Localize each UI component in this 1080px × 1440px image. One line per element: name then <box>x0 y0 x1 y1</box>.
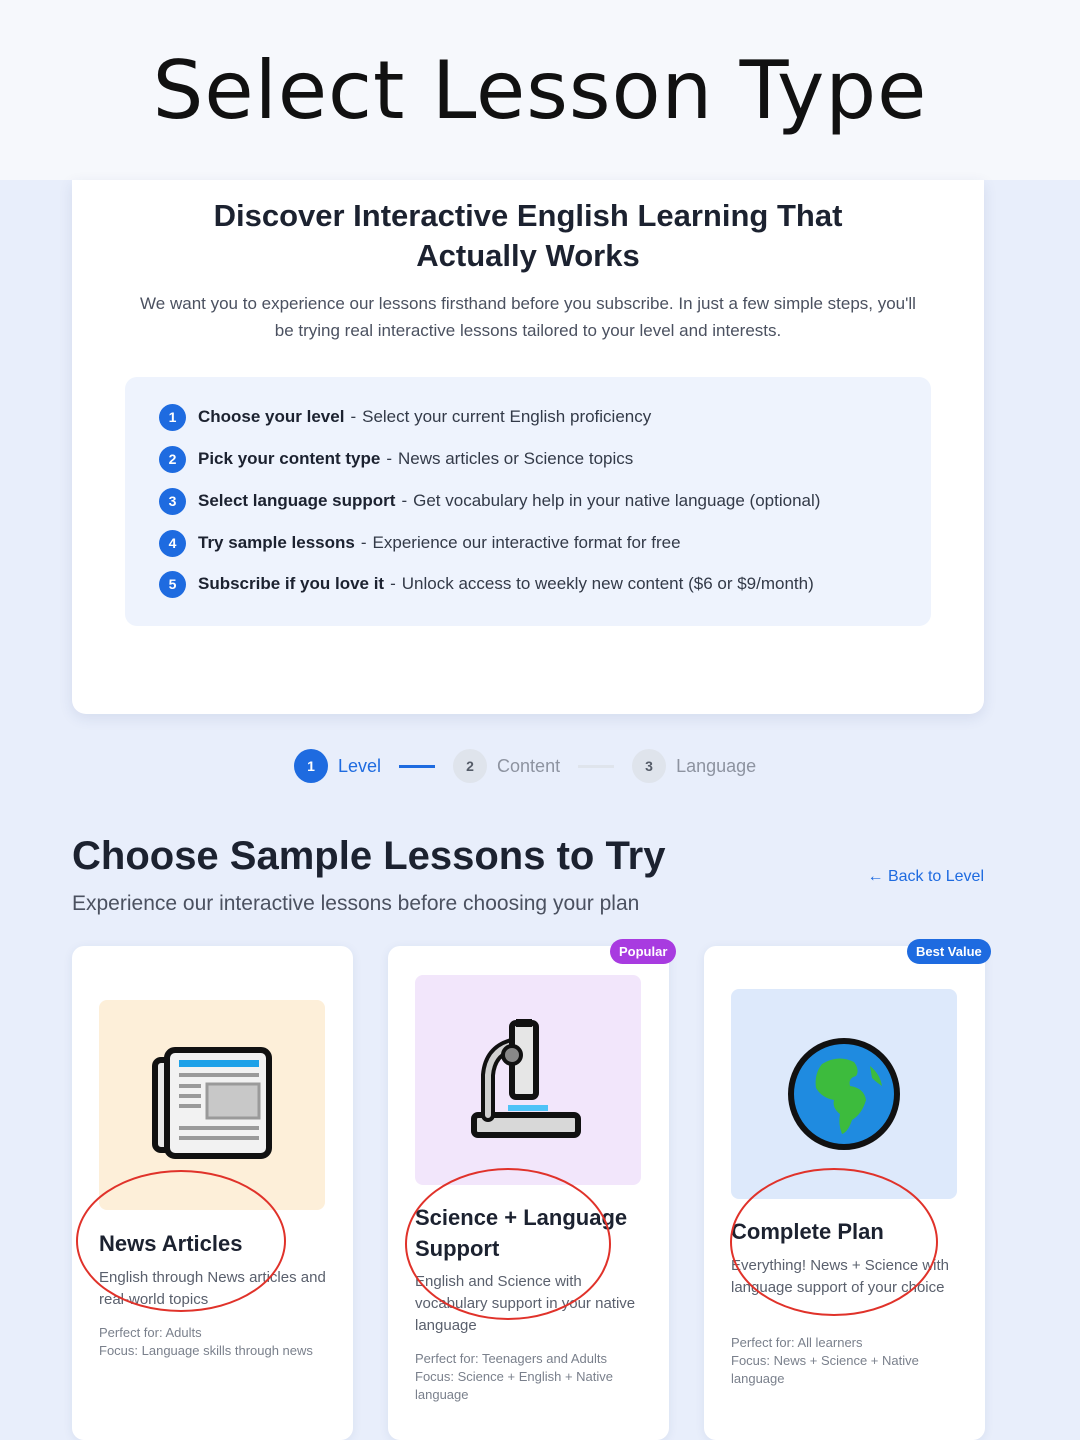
card-description: English and Science with vocabulary supp… <box>415 1273 636 1334</box>
card-focus: Focus: News + Science + Native language <box>731 1353 919 1386</box>
card-description: Everything! News + Science with language… <box>731 1257 950 1296</box>
card-illustration <box>415 975 641 1185</box>
step-title: Select language support <box>198 491 396 510</box>
step-number-badge: 5 <box>159 570 186 598</box>
step-item: 3 Select language support - Get vocabula… <box>159 487 820 515</box>
intro-title: Discover Interactive English Learning Th… <box>213 198 843 273</box>
progress-step-1-label[interactable]: Level <box>338 756 381 777</box>
card-focus: Focus: Language skills through news <box>99 1343 313 1358</box>
card-perfect-for: Perfect for: Teenagers and Adults <box>415 1351 607 1366</box>
card-focus: Focus: Science + English + Native langua… <box>415 1369 613 1402</box>
step-separator: - <box>390 574 396 593</box>
step-number-badge: 2 <box>159 445 186 473</box>
lesson-card-science[interactable]: Science + Language Support English and S… <box>388 946 669 1440</box>
newspaper-icon <box>152 1047 272 1159</box>
lesson-card-complete[interactable]: Complete Plan Everything! News + Science… <box>704 946 985 1440</box>
step-text: Get vocabulary help in your native langu… <box>413 491 821 510</box>
card-perfect-for: Perfect for: Adults <box>99 1325 202 1340</box>
step-title: Choose your level <box>198 407 345 426</box>
lesson-card-news[interactable]: News Articles English through News artic… <box>72 946 353 1440</box>
step-separator: - <box>386 449 392 468</box>
card-illustration <box>99 1000 325 1210</box>
popular-badge: Popular <box>610 939 677 964</box>
top-banner: Select Lesson Type <box>0 0 1080 180</box>
step-title: Pick your content type <box>198 449 381 468</box>
step-item: 2 Pick your content type - News articles… <box>159 445 633 473</box>
section-subtitle: Experience our interactive lessons befor… <box>72 892 640 915</box>
card-title: Science + Language Support <box>415 1205 628 1261</box>
progress-step-2-label[interactable]: Content <box>497 756 560 777</box>
card-title: News Articles <box>99 1231 243 1256</box>
card-illustration <box>731 989 957 1199</box>
step-text: Select your current English proficiency <box>362 407 652 426</box>
step-text: News articles or Science topics <box>398 449 634 468</box>
step-item: 1 Choose your level - Select your curren… <box>159 403 651 431</box>
card-perfect-for: Perfect for: All learners <box>731 1335 863 1350</box>
step-number-badge: 1 <box>159 403 186 431</box>
step-title: Subscribe if you love it <box>198 574 385 593</box>
progress-connector <box>399 764 436 768</box>
microscope-icon <box>471 1019 581 1138</box>
step-item: 4 Try sample lessons - Experience our in… <box>159 529 681 557</box>
section-title: Choose Sample Lessons to Try <box>72 834 666 878</box>
back-to-level-link[interactable]: ← Back to Level <box>868 868 985 886</box>
step-title: Try sample lessons <box>198 533 355 552</box>
card-title: Complete Plan <box>731 1219 884 1244</box>
card-description: English through News articles and real-w… <box>99 1269 326 1308</box>
steps-list: 1 Choose your level - Select your curren… <box>125 377 931 626</box>
step-item: 5 Subscribe if you love it - Unlock acce… <box>159 570 814 598</box>
progress-connector <box>578 764 615 768</box>
best-value-badge: Best Value <box>907 939 991 964</box>
progress-step-3-circle[interactable]: 3 <box>632 749 667 783</box>
progress-step-2-circle[interactable]: 2 <box>453 749 488 783</box>
step-separator: - <box>401 491 408 510</box>
step-text: Experience our interactive format for fr… <box>372 533 681 552</box>
step-number-badge: 3 <box>159 487 186 515</box>
step-text: Unlock access to weekly new content ($6 … <box>401 574 814 593</box>
progress-step-1-circle[interactable]: 1 <box>294 749 328 783</box>
progress-stepper: 1 Level 2 Content 3 Language <box>294 748 756 784</box>
progress-step-3-label[interactable]: Language <box>676 756 756 777</box>
intro-description: We want you to experience our lessons fi… <box>140 294 916 340</box>
step-separator: - <box>350 407 357 426</box>
step-number-badge: 4 <box>159 529 186 557</box>
page-title: Select Lesson Type <box>152 43 928 137</box>
globe-icon <box>788 1038 900 1150</box>
step-separator: - <box>360 533 367 552</box>
intro-card: Discover Interactive English Learning Th… <box>72 180 984 714</box>
